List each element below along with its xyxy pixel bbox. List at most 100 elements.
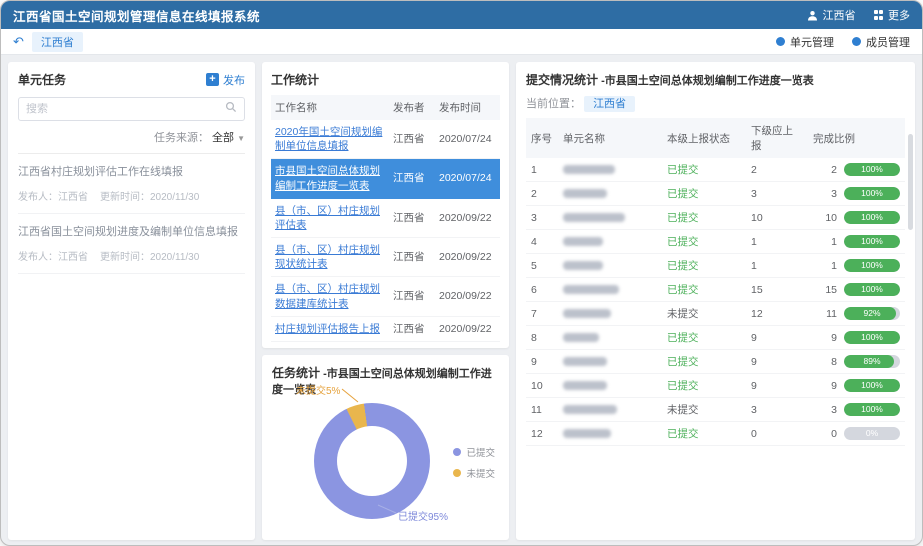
publish-button[interactable]: + 发布: [206, 72, 245, 88]
legend-item[interactable]: 已提交: [453, 445, 495, 459]
status-badge: 未提交: [667, 404, 699, 416]
table-row[interactable]: 1已提交22100%: [526, 158, 905, 182]
table-row[interactable]: 7未提交121192%: [526, 302, 905, 326]
work-publisher-cell: 江西省: [389, 159, 435, 198]
done-count: 3: [831, 404, 837, 416]
column-header: 完成比例: [808, 118, 905, 158]
status-cell: 已提交: [662, 206, 746, 230]
current-location-value[interactable]: 江西省: [584, 96, 635, 112]
done-count: 1: [831, 260, 837, 272]
table-row[interactable]: 11未提交33100%: [526, 398, 905, 422]
work-item-link[interactable]: 县（市、区）村庄规划现状统计表: [275, 244, 380, 270]
table-row[interactable]: 县（市、区）村庄规划评估表江西省2020/09/22: [271, 198, 500, 237]
work-item-link[interactable]: 2020年国土空间规划编制单位信息填报: [275, 126, 382, 152]
completion-wrap: 1100%: [813, 235, 900, 248]
unit-name-cell: [558, 350, 662, 374]
status-cell: 已提交: [662, 158, 746, 182]
completion-cell: 00%: [808, 422, 905, 446]
completion-cell: 1192%: [808, 302, 905, 326]
task-updated: 更新时间：2020/11/30: [100, 188, 199, 203]
member-management-link[interactable]: 成员管理: [852, 34, 910, 50]
progress-label: 100%: [844, 283, 900, 296]
table-row[interactable]: 3已提交1010100%: [526, 206, 905, 230]
table-row[interactable]: 8已提交99100%: [526, 326, 905, 350]
progress-label: 100%: [844, 187, 900, 200]
done-count: 3: [831, 188, 837, 200]
table-row[interactable]: 2已提交33100%: [526, 182, 905, 206]
progress-pill: 100%: [844, 211, 900, 224]
work-publisher-cell: 江西省: [389, 277, 435, 316]
legend-item[interactable]: 未提交: [453, 466, 495, 480]
completion-cell: 3 100%: [808, 182, 905, 206]
due-count-cell: 15: [746, 278, 808, 302]
work-item-link[interactable]: 县（市、区）村庄规划数据建库统计表: [275, 283, 380, 309]
table-row[interactable]: 县（市、区）村庄规划数据建库统计表江西省2020/09/22: [271, 277, 500, 316]
progress-pill: 100%: [844, 235, 900, 248]
work-item-link[interactable]: 村庄规划评估报告上报: [275, 323, 380, 335]
table-row[interactable]: 2020年国土空间规划编制单位信息填报江西省2020/07/24: [271, 120, 500, 159]
unit-name-cell: [558, 278, 662, 302]
completion-wrap: 1192%: [813, 307, 900, 320]
row-number-cell: 2: [526, 182, 558, 206]
done-count: 9: [831, 380, 837, 392]
work-item-link[interactable]: 市县国土空间总体规划编制工作进度一览表: [275, 165, 380, 191]
table-row[interactable]: 5已提交11100%: [526, 254, 905, 278]
unit-name-redacted: [563, 333, 599, 342]
task-title[interactable]: 江西省国土空间规划进度及编制单位信息填报: [18, 225, 245, 241]
row-number-cell: 8: [526, 326, 558, 350]
work-publisher-cell: 江西省: [389, 238, 435, 277]
header-actions: 江西省 更多: [807, 7, 911, 23]
main-area: 单元任务 + 发布 任务来源： 全部 ▼ 江西省村庄规划评估工作在线填报发布人：…: [1, 55, 922, 546]
table-row[interactable]: 市县国土空间总体规划编制工作进度一览表江西省2020/07/24: [271, 159, 500, 198]
apps-grid-icon: [874, 10, 884, 20]
user-menu[interactable]: 江西省: [807, 7, 856, 23]
work-table: 工作名称发布者发布时间 2020年国土空间规划编制单位信息填报江西省2020/0…: [271, 95, 500, 342]
task-title[interactable]: 江西省村庄规划评估工作在线填报: [18, 165, 245, 181]
list-item[interactable]: 江西省国土空间规划进度及编制单位信息填报发布人：江西省更新时间：2020/11/…: [18, 214, 245, 274]
unit-name-redacted: [563, 381, 607, 390]
work-date-cell: 2020/09/22: [435, 238, 500, 277]
table-row[interactable]: 4已提交11100%: [526, 230, 905, 254]
unit-management-link[interactable]: 单元管理: [776, 34, 834, 50]
unit-name-redacted: [563, 309, 611, 318]
table-row[interactable]: 12已提交000%: [526, 422, 905, 446]
row-number-cell: 7: [526, 302, 558, 326]
table-row[interactable]: 10已提交99100%: [526, 374, 905, 398]
completion-cell: 1100%: [808, 230, 905, 254]
work-date-cell: 2020/09/22: [435, 277, 500, 316]
completion-wrap: 9100%: [813, 331, 900, 344]
progress-pill: 100%: [844, 163, 900, 176]
completion-wrap: 2100%: [813, 163, 900, 176]
more-menu[interactable]: 更多: [874, 7, 911, 23]
progress-pill: 100%: [844, 259, 900, 272]
column-header: 本级上报状态: [662, 118, 746, 158]
status-badge: 已提交: [667, 356, 699, 368]
breadcrumb[interactable]: 江西省: [32, 32, 83, 52]
back-icon[interactable]: ↶: [13, 34, 24, 50]
scrollbar[interactable]: [908, 134, 913, 230]
progress-pill: 89%: [844, 355, 900, 368]
unit-name-cell: [558, 230, 662, 254]
unit-name-redacted: [563, 165, 615, 174]
completion-cell: 889%: [808, 350, 905, 374]
table-row[interactable]: 6已提交1515100%: [526, 278, 905, 302]
row-number-cell: 10: [526, 374, 558, 398]
legend-dot-icon: [453, 448, 461, 456]
row-number-cell: 6: [526, 278, 558, 302]
progress-label: 100%: [844, 259, 900, 272]
app-title: 江西省国土空间规划管理信息在线填报系统: [13, 6, 260, 25]
table-row[interactable]: 9已提交9889%: [526, 350, 905, 374]
search-icon[interactable]: [225, 100, 237, 118]
status-cell: 已提交: [662, 422, 746, 446]
status-badge: 未提交: [667, 308, 699, 320]
work-item-link[interactable]: 县（市、区）村庄规划评估表: [275, 205, 380, 231]
progress-pill: 92%: [844, 307, 900, 320]
list-item[interactable]: 江西省村庄规划评估工作在线填报发布人：江西省更新时间：2020/11/30: [18, 154, 245, 214]
table-row[interactable]: 县（市、区）村庄规划现状统计表江西省2020/09/22: [271, 238, 500, 277]
work-name-cell: 村庄规划评估报告上报: [271, 316, 389, 341]
work-date-cell: 2020/07/24: [435, 159, 500, 198]
search-input[interactable]: [26, 103, 225, 115]
task-source-select[interactable]: 全部 ▼: [212, 132, 245, 144]
progress-label: 100%: [844, 403, 900, 416]
table-row[interactable]: 村庄规划评估报告上报江西省2020/09/22: [271, 316, 500, 341]
